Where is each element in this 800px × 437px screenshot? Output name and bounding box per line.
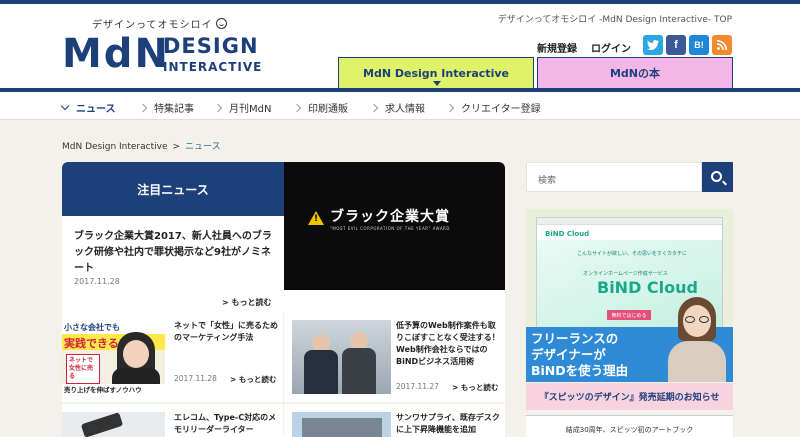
news-card[interactable]: エレコム、Type-C対応のメモリリーダーライター	[62, 404, 283, 437]
login-link[interactable]: ログイン	[591, 40, 631, 55]
site-header: デザインってオモシロイ MdN DESIGN INTERACTIVE デザインっ…	[0, 4, 800, 88]
news-card[interactable]: サンワサプライ、既存デスクに上下昇降機能を追加	[284, 404, 505, 437]
chevron-right-icon	[138, 103, 148, 113]
card-read-more[interactable]: > もっと読む	[452, 382, 498, 393]
card-thumbnail: 小さな会社でも 実践できる! ネットで女性に売る 売り上げを伸ばすノウハウ	[62, 320, 165, 394]
logo-interactive-text[interactable]: INTERACTIVE	[163, 60, 262, 74]
featured-read-more[interactable]: > もっと読む	[222, 297, 272, 308]
featured-news: 注目ニュース ブラック企業大賞2017、新人社員へのブラック研修や社内で罪状掲示…	[62, 162, 505, 312]
twitter-icon[interactable]	[643, 35, 663, 55]
featured-image-text: ブラック企業大賞	[330, 209, 450, 225]
nav-item-creator-signup[interactable]: クリエイター登録	[445, 100, 541, 115]
ad-copy: こんなサイトが欲しい、その思いをすぐカタチに	[577, 251, 688, 257]
card-date: 2017.11.28	[174, 374, 217, 383]
search-icon	[711, 170, 722, 182]
breadcrumb-current[interactable]: ニュース	[185, 142, 221, 152]
card-thumbnail	[292, 412, 391, 437]
search-input[interactable]: 検索	[526, 162, 702, 192]
main-nav: ニュース 特集記事 月刊MdN 印刷通販 求人情報 クリエイター登録	[0, 92, 800, 120]
chevron-right-icon	[445, 103, 455, 113]
featured-date: 2017.11.28	[74, 277, 120, 286]
featured-image[interactable]: ブラック企業大賞 "MOST EVIL CORPORATION OF THE Y…	[284, 162, 505, 290]
signup-link[interactable]: 新規登録	[537, 40, 577, 55]
bind-cloud-ad[interactable]: BiND Cloud こんなサイトが欲しい、その思いをすぐカタチに オンラインホ…	[526, 209, 733, 382]
ad-person-image	[666, 297, 728, 382]
nav-item-jobs[interactable]: 求人情報	[369, 100, 425, 115]
site-title: デザインってオモシロイ -MdN Design Interactive- TOP	[497, 15, 732, 25]
breadcrumb-home[interactable]: MdN Design Interactive	[62, 142, 168, 152]
ad-logo: BiND Cloud	[545, 230, 590, 238]
card-title[interactable]: サンワサプライ、既存デスクに上下昇降機能を追加	[396, 412, 502, 436]
tab-mdn-books[interactable]: MdNの本	[537, 57, 733, 88]
social-buttons: f B!	[643, 35, 732, 55]
card-date: 2017.11.27	[396, 382, 439, 391]
card-thumbnail	[292, 320, 391, 394]
featured-image-subtext: "MOST EVIL CORPORATION OF THE YEAR" AWAR…	[330, 226, 450, 231]
card-read-more[interactable]: > もっと読む	[230, 374, 276, 385]
chevron-right-icon	[213, 103, 223, 113]
hatena-bookmark-icon[interactable]: B!	[689, 35, 709, 55]
site-tagline: デザインってオモシロイ	[92, 16, 227, 31]
featured-title[interactable]: ブラック企業大賞2017、新人社員へのブラック研修や社内で罪状掲示など9社がノミ…	[74, 229, 278, 277]
card-title[interactable]: 低予算のWeb制作案件も取りこぼすことなく受注する！Web制作会社ならではのBi…	[396, 320, 502, 368]
account-links: 新規登録 ログイン	[537, 40, 631, 55]
notice-banner[interactable]: 『スピッツのデザイン』発売延期のお知らせ	[526, 383, 733, 410]
ad-start-button: 無料ではじめる	[607, 310, 651, 320]
chevron-down-icon	[60, 101, 70, 111]
facebook-icon[interactable]: f	[666, 35, 686, 55]
card-title[interactable]: ネットで「女性」に売るためのマーケティング手法	[174, 320, 280, 344]
nav-item-monthly-mdn[interactable]: 月刊MdN	[213, 100, 271, 115]
tab-mdn-design-interactive[interactable]: MdN Design Interactive	[338, 57, 534, 88]
nav-item-print[interactable]: 印刷通販	[292, 100, 348, 115]
ad-product-name: BiND Cloud	[597, 278, 698, 297]
logo-design-text[interactable]: DESIGN	[163, 35, 259, 57]
rss-icon[interactable]	[712, 35, 732, 55]
news-card[interactable]: 小さな会社でも 実践できる! ネットで女性に売る 売り上げを伸ばすノウハウ ネッ…	[62, 312, 283, 402]
card-thumbnail	[62, 412, 165, 437]
news-card[interactable]: 低予算のWeb制作案件も取りこぼすことなく受注する！Web制作会社ならではのBi…	[284, 312, 505, 402]
nav-item-features[interactable]: 特集記事	[138, 100, 194, 115]
card-title[interactable]: エレコム、Type-C対応のメモリリーダーライター	[174, 412, 280, 436]
smile-icon	[215, 18, 227, 29]
warning-icon	[308, 211, 324, 225]
chevron-right-icon	[369, 103, 379, 113]
breadcrumb-separator: >	[172, 142, 181, 152]
breadcrumb: MdN Design Interactive > ニュース	[62, 139, 221, 152]
search-button[interactable]	[702, 162, 733, 192]
ad-subcopy: オンラインホームページ作成サービス	[583, 271, 668, 277]
site-logo[interactable]: MdN	[62, 34, 170, 74]
featured-heading: 注目ニュース	[62, 162, 284, 216]
nav-item-news[interactable]: ニュース	[60, 100, 116, 115]
chevron-right-icon	[292, 103, 302, 113]
book-banner[interactable]: 結成30周年、スピッツ初のアートブック	[526, 415, 733, 437]
